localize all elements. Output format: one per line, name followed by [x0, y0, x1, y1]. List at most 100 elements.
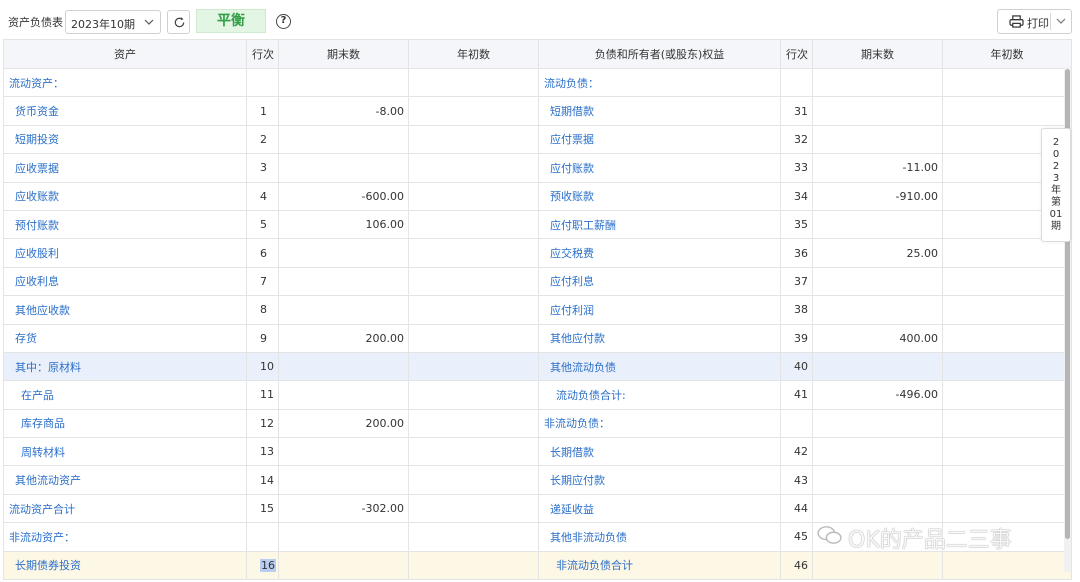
liability-item-name[interactable]: 短期借款 [538, 96, 781, 126]
beginning-balance-cell[interactable] [942, 96, 1072, 126]
ending-balance-cell[interactable] [278, 153, 409, 183]
ending-balance-cell[interactable] [812, 437, 943, 467]
beginning-balance-cell[interactable] [408, 96, 539, 126]
asset-item-name[interactable]: 应收账款 [3, 181, 247, 211]
ending-balance-cell[interactable] [812, 295, 943, 325]
ending-balance-cell[interactable]: -910.00 [812, 181, 943, 211]
beginning-balance-cell[interactable] [942, 408, 1072, 439]
beginning-balance-cell[interactable] [408, 295, 539, 325]
line-number-cell[interactable]: 10 [246, 351, 279, 382]
asset-item-name[interactable]: 在产品 [3, 380, 247, 410]
liability-item-name[interactable]: 应付票据 [538, 124, 781, 155]
ending-balance-cell[interactable] [278, 295, 409, 325]
line-number-cell[interactable]: 43 [780, 465, 813, 495]
ending-balance-cell[interactable]: -8.00 [278, 96, 409, 126]
liability-item-name[interactable]: 应付职工薪酬 [538, 209, 781, 240]
line-number-cell[interactable]: 42 [780, 437, 813, 467]
line-number-cell[interactable] [246, 522, 279, 552]
asset-item-name[interactable]: 货币资金 [3, 96, 247, 126]
line-number-cell[interactable]: 45 [780, 522, 813, 552]
line-number-cell[interactable]: 38 [780, 295, 813, 325]
liability-item-name[interactable]: 流动负债： [538, 67, 781, 98]
beginning-balance-cell[interactable] [408, 209, 539, 240]
ending-balance-cell[interactable] [278, 465, 409, 495]
line-number-cell[interactable]: 9 [246, 323, 279, 353]
line-number-cell[interactable]: 3 [246, 153, 279, 183]
ending-balance-cell[interactable] [812, 266, 943, 297]
beginning-balance-cell[interactable] [408, 493, 539, 524]
line-number-cell[interactable]: 34 [780, 181, 813, 211]
beginning-balance-cell[interactable] [942, 493, 1072, 524]
ending-balance-cell[interactable] [812, 550, 943, 581]
print-button[interactable]: 打印 [998, 10, 1050, 33]
beginning-balance-cell[interactable] [942, 437, 1072, 467]
line-number-cell[interactable]: 1 [246, 96, 279, 126]
asset-item-name[interactable]: 库存商品 [3, 408, 247, 439]
ending-balance-cell[interactable] [278, 124, 409, 155]
ending-balance-cell[interactable] [278, 351, 409, 382]
ending-balance-cell[interactable] [812, 493, 943, 524]
liability-item-name[interactable]: 应付利润 [538, 295, 781, 325]
beginning-balance-cell[interactable] [408, 380, 539, 410]
ending-balance-cell[interactable] [278, 266, 409, 297]
line-number-cell[interactable]: 2 [246, 124, 279, 155]
liability-item-name[interactable]: 其他流动负债 [538, 351, 781, 382]
beginning-balance-cell[interactable] [408, 522, 539, 552]
liability-item-name[interactable]: 非流动负债合计 [538, 550, 781, 581]
liability-item-name[interactable]: 递延收益 [538, 493, 781, 524]
ending-balance-cell[interactable]: -600.00 [278, 181, 409, 211]
ending-balance-cell[interactable]: 200.00 [278, 408, 409, 439]
line-number-cell[interactable]: 4 [246, 181, 279, 211]
ending-balance-cell[interactable] [278, 67, 409, 98]
line-number-cell[interactable] [780, 67, 813, 98]
beginning-balance-cell[interactable] [942, 351, 1072, 382]
line-number-cell[interactable]: 31 [780, 96, 813, 126]
beginning-balance-cell[interactable] [408, 266, 539, 297]
line-number-cell[interactable] [246, 67, 279, 98]
line-number-cell[interactable]: 11 [246, 380, 279, 410]
beginning-balance-cell[interactable] [942, 295, 1072, 325]
beginning-balance-cell[interactable] [408, 153, 539, 183]
liability-item-name[interactable]: 其他应付款 [538, 323, 781, 353]
ending-balance-cell[interactable] [278, 522, 409, 552]
line-number-cell[interactable]: 33 [780, 153, 813, 183]
ending-balance-cell[interactable] [812, 209, 943, 240]
line-number-cell[interactable]: 16 [246, 550, 279, 581]
line-number-cell[interactable]: 13 [246, 437, 279, 467]
beginning-balance-cell[interactable] [408, 124, 539, 155]
line-number-cell[interactable]: 35 [780, 209, 813, 240]
beginning-balance-cell[interactable] [408, 408, 539, 439]
ending-balance-cell[interactable] [812, 465, 943, 495]
ending-balance-cell[interactable] [278, 238, 409, 268]
ending-balance-cell[interactable]: -11.00 [812, 153, 943, 183]
liability-item-name[interactable]: 应付账款 [538, 153, 781, 183]
beginning-balance-cell[interactable] [942, 67, 1072, 98]
liability-item-name[interactable]: 预收账款 [538, 181, 781, 211]
ending-balance-cell[interactable] [812, 408, 943, 439]
asset-item-name[interactable]: 短期投资 [3, 124, 247, 155]
line-number-cell[interactable]: 36 [780, 238, 813, 268]
line-number-cell[interactable] [780, 408, 813, 439]
line-number-cell[interactable]: 41 [780, 380, 813, 410]
asset-item-name[interactable]: 应收股利 [3, 238, 247, 268]
help-icon[interactable]: ? [276, 14, 291, 29]
ending-balance-cell[interactable]: 106.00 [278, 209, 409, 240]
line-number-cell[interactable]: 5 [246, 209, 279, 240]
ending-balance-cell[interactable] [278, 437, 409, 467]
beginning-balance-cell[interactable] [942, 380, 1072, 410]
ending-balance-cell[interactable] [812, 351, 943, 382]
ending-balance-cell[interactable] [812, 124, 943, 155]
line-number-cell[interactable]: 39 [780, 323, 813, 353]
beginning-balance-cell[interactable] [408, 238, 539, 268]
asset-item-name[interactable]: 其他流动资产 [3, 465, 247, 495]
asset-item-name[interactable]: 长期债券投资 [3, 550, 247, 581]
ending-balance-cell[interactable]: 400.00 [812, 323, 943, 353]
asset-item-name[interactable]: 其中：原材料 [3, 351, 247, 382]
liability-item-name[interactable]: 长期借款 [538, 437, 781, 467]
line-number-cell[interactable]: 7 [246, 266, 279, 297]
ending-balance-cell[interactable]: -496.00 [812, 380, 943, 410]
liability-item-name[interactable]: 长期应付款 [538, 465, 781, 495]
line-number-cell[interactable]: 6 [246, 238, 279, 268]
beginning-balance-cell[interactable] [408, 465, 539, 495]
liability-item-name[interactable]: 流动负债合计: [538, 380, 781, 410]
